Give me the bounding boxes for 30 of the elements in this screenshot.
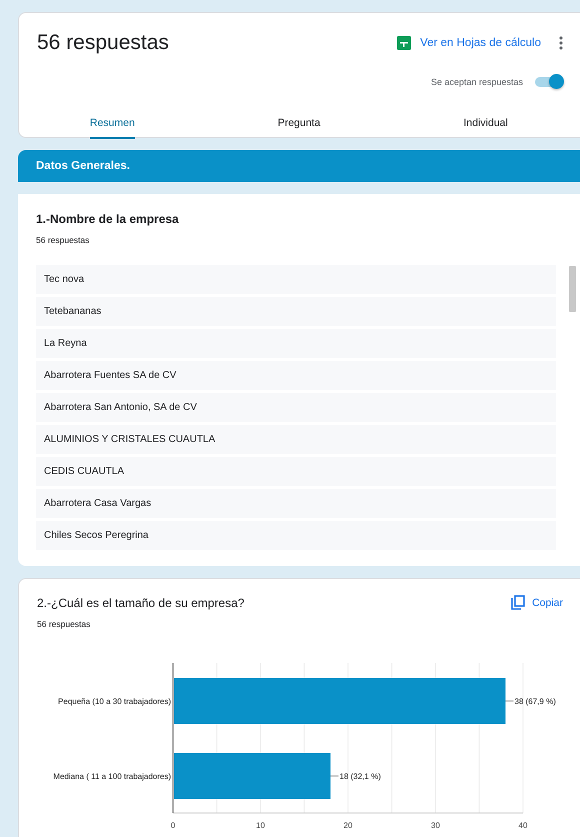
responses-title: 56 respuestas — [37, 31, 170, 55]
answer-item: Abarrotera Casa Vargas — [36, 489, 556, 518]
tab[interactable]: Pregunta — [206, 113, 392, 137]
tick-label: 10 — [256, 821, 265, 830]
answer-item: Tec nova — [36, 265, 556, 294]
accepting-label: Se aceptan respuestas — [430, 77, 523, 87]
answer-item: ALUMINIOS Y CRISTALES CUAUTLA — [36, 425, 556, 454]
section-header: Datos Generales. — [18, 150, 580, 182]
value-label: 38 (67,9 %) — [514, 697, 556, 706]
tab[interactable]: Resumen — [19, 113, 206, 137]
answer-item: Abarrotera Fuentes SA de CV — [36, 361, 556, 390]
sheets-link[interactable]: Ver en Hojas de cálculo — [397, 36, 541, 50]
category-label: Pequeña (10 a 30 trabajadores) — [58, 697, 171, 706]
response-count: 56 respuestas — [37, 619, 92, 629]
category-label: Mediana ( 11 a 100 trabajadores) — [53, 772, 171, 781]
question-title: 1.-Nombre de la empresa — [36, 212, 180, 226]
tick-label: 40 — [518, 821, 528, 830]
answer-item: Abarrotera San Antonio, SA de CV — [36, 393, 556, 422]
response-count: 56 respuestas — [36, 235, 90, 245]
tick-label: 20 — [344, 821, 352, 830]
answer-item: La Reyna — [36, 329, 556, 358]
tick-label: 30 — [431, 821, 440, 830]
copy-button[interactable]: Copiar — [511, 595, 563, 610]
tab[interactable]: Individual — [392, 113, 580, 137]
answer-item: Chiles Secos Peregrina — [36, 521, 556, 550]
answer-item: CEDIS CUAUTLA — [36, 457, 556, 486]
question-title: 2.-¿Cuál es el tamaño de su empresa? — [37, 596, 244, 610]
answer-item: Tetebananas — [36, 297, 556, 326]
tick-label: 0 — [170, 821, 176, 830]
value-label: 18 (32,1 %) — [340, 772, 381, 781]
